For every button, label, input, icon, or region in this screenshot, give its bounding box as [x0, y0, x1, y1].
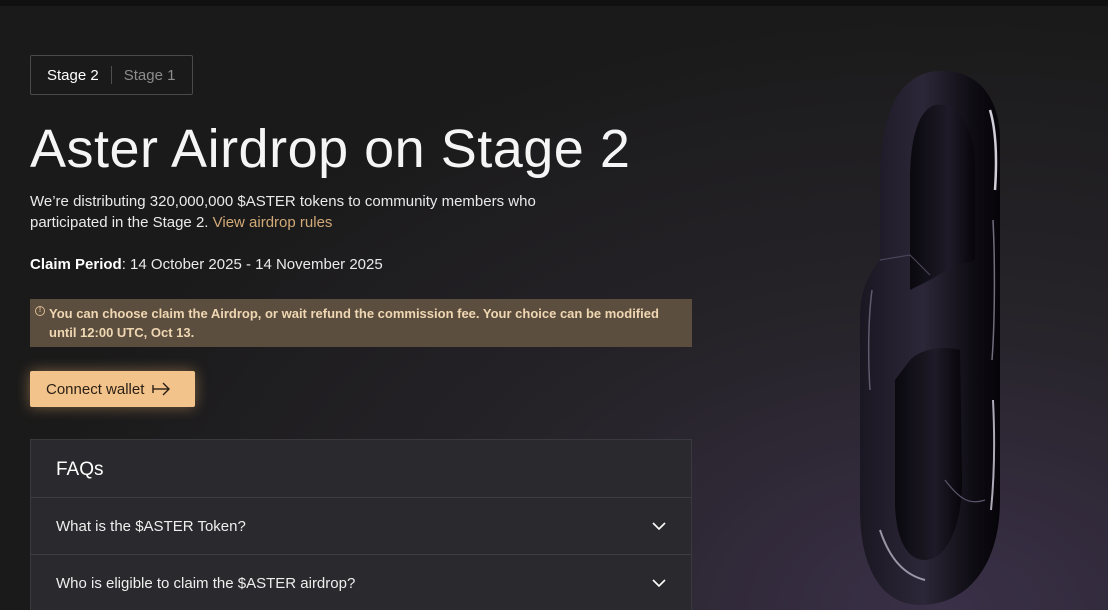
faq-panel: FAQs What is the $ASTER Token? Who is el…: [30, 439, 692, 610]
view-airdrop-rules-link[interactable]: View airdrop rules: [213, 214, 333, 231]
faq-question: What is the $ASTER Token?: [56, 517, 246, 535]
faq-question: Who is eligible to claim the $ASTER aird…: [56, 574, 356, 592]
arrow-right-icon: [152, 382, 172, 396]
info-icon: !: [35, 306, 45, 316]
chevron-down-icon[interactable]: [651, 578, 667, 588]
faq-item-aster-token[interactable]: What is the $ASTER Token?: [31, 498, 691, 555]
airdrop-description: We’re distributing 320,000,000 $ASTER to…: [30, 191, 590, 233]
tab-divider: [110, 66, 112, 84]
claim-period: Claim Period: 14 October 2025 - 14 Novem…: [30, 256, 383, 273]
connect-wallet-button[interactable]: Connect wallet: [30, 371, 195, 407]
notice-text: You can choose claim the Airdrop, or wai…: [49, 306, 659, 340]
faq-title: FAQs: [31, 440, 691, 498]
tab-stage-2[interactable]: Stage 2: [47, 67, 99, 84]
faq-item-eligibility[interactable]: Who is eligible to claim the $ASTER aird…: [31, 555, 691, 610]
claim-period-value: 14 October 2025 - 14 November 2025: [130, 256, 383, 273]
claim-period-colon: :: [121, 256, 126, 273]
notice-banner: ! You can choose claim the Airdrop, or w…: [30, 299, 692, 347]
stage-tabs: Stage 2 Stage 1: [30, 55, 193, 95]
connect-wallet-label: Connect wallet: [46, 380, 145, 398]
top-bar: [0, 0, 1108, 6]
tab-stage-1[interactable]: Stage 1: [124, 67, 176, 84]
chevron-down-icon[interactable]: [651, 521, 667, 531]
aster-token-3d-illustration: [850, 60, 1010, 610]
claim-period-label: Claim Period: [30, 256, 122, 273]
page-title: Aster Airdrop on Stage 2: [30, 119, 631, 179]
